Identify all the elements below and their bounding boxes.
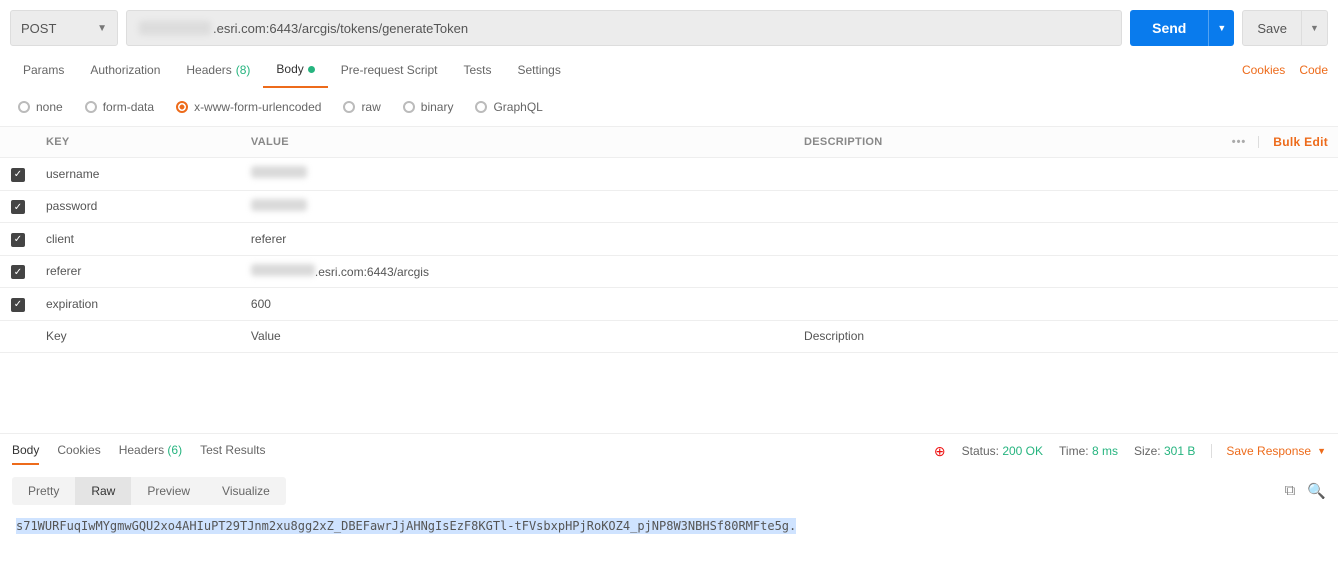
tab-headers-label: Headers	[186, 63, 231, 77]
table-row-new: KeyValueDescription	[0, 320, 1338, 352]
body-type-binary[interactable]: binary	[403, 100, 454, 114]
view-preview[interactable]: Preview	[131, 477, 206, 505]
body-type-formdata[interactable]: form-data	[85, 100, 154, 114]
send-button[interactable]: Send	[1130, 10, 1208, 46]
cell-description[interactable]	[794, 190, 1338, 223]
tab-body-label: Body	[276, 62, 303, 76]
col-header-key: KEY	[36, 127, 241, 158]
body-type-raw[interactable]: raw	[343, 100, 380, 114]
radio-icon	[343, 101, 355, 113]
cell-value[interactable]: .esri.com:6443/arcgis	[241, 255, 794, 288]
time-value: 8 ms	[1092, 444, 1118, 458]
tab-settings[interactable]: Settings	[505, 53, 574, 87]
radio-icon	[85, 101, 97, 113]
cell-description[interactable]	[794, 255, 1338, 288]
send-dropdown-button[interactable]: ▼	[1208, 10, 1234, 46]
tab-tests[interactable]: Tests	[450, 53, 504, 87]
tab-authorization[interactable]: Authorization	[77, 53, 173, 87]
new-description-input[interactable]: Description	[794, 320, 1338, 352]
search-icon[interactable]: 🔍	[1307, 482, 1326, 500]
cell-value[interactable]	[241, 190, 794, 223]
size-value: 301 B	[1164, 444, 1195, 458]
cell-value[interactable]: referer	[241, 223, 794, 256]
chevron-down-icon: ▼	[1317, 446, 1326, 456]
row-checkbox[interactable]: ✓	[11, 168, 25, 182]
chevron-down-icon: ▼	[97, 23, 107, 34]
code-link[interactable]: Code	[1299, 63, 1328, 77]
radio-icon	[403, 101, 415, 113]
row-checkbox[interactable]: ✓	[11, 200, 25, 214]
radio-icon	[176, 101, 188, 113]
http-method-value: POST	[21, 21, 56, 36]
bulk-edit-link[interactable]: Bulk Edit	[1273, 135, 1328, 149]
resp-tab-headers[interactable]: Headers (6)	[119, 437, 182, 465]
url-redacted-prefix	[139, 21, 211, 35]
row-checkbox[interactable]: ✓	[11, 298, 25, 312]
body-params-table: KEY VALUE DESCRIPTION ••• Bulk Edit ✓ use…	[0, 126, 1338, 353]
col-header-description: DESCRIPTION ••• Bulk Edit	[794, 127, 1338, 158]
body-type-graphql[interactable]: GraphQL	[475, 100, 542, 114]
cell-description[interactable]	[794, 158, 1338, 191]
cell-key[interactable]: client	[36, 223, 241, 256]
redacted-prefix	[251, 264, 315, 276]
body-type-xwww[interactable]: x-www-form-urlencoded	[176, 100, 321, 114]
cell-key[interactable]: username	[36, 158, 241, 191]
url-visible-text: .esri.com:6443/arcgis/tokens/generateTok…	[213, 21, 468, 36]
view-pretty[interactable]: Pretty	[12, 477, 75, 505]
body-type-none[interactable]: none	[18, 100, 63, 114]
cell-key[interactable]: referer	[36, 255, 241, 288]
new-key-input[interactable]: Key	[36, 320, 241, 352]
table-row: ✓ password	[0, 190, 1338, 223]
resp-tab-cookies[interactable]: Cookies	[57, 437, 100, 465]
cell-key[interactable]: expiration	[36, 288, 241, 321]
network-icon[interactable]: ⊕	[934, 443, 946, 460]
new-value-input[interactable]: Value	[241, 320, 794, 352]
tab-prerequest[interactable]: Pre-request Script	[328, 53, 451, 87]
cell-description[interactable]	[794, 223, 1338, 256]
http-method-select[interactable]: POST ▼	[10, 10, 118, 46]
table-row: ✓ username	[0, 158, 1338, 191]
cell-key[interactable]: password	[36, 190, 241, 223]
table-row: ✓ expiration600	[0, 288, 1338, 321]
table-row: ✓ referer.esri.com:6443/arcgis	[0, 255, 1338, 288]
col-header-value: VALUE	[241, 127, 794, 158]
status-value: 200 OK	[1002, 444, 1043, 458]
view-raw[interactable]: Raw	[75, 477, 131, 505]
tab-params[interactable]: Params	[10, 53, 77, 87]
row-checkbox[interactable]: ✓	[11, 265, 25, 279]
redacted-value	[251, 166, 307, 178]
save-dropdown-button[interactable]: ▼	[1302, 10, 1328, 46]
tab-body[interactable]: Body	[263, 52, 327, 88]
resp-tab-body[interactable]: Body	[12, 437, 39, 465]
row-checkbox[interactable]: ✓	[11, 233, 25, 247]
table-more-icon[interactable]: •••	[1232, 136, 1260, 148]
resp-tab-test-results[interactable]: Test Results	[200, 437, 265, 465]
copy-icon[interactable]: ⧉	[1285, 482, 1296, 500]
response-body[interactable]: s71WURFuqIwMYgmwGQU2xo4AHIuPT29TJnm2xu8g…	[0, 513, 1338, 539]
view-visualize[interactable]: Visualize	[206, 477, 286, 505]
cookies-link[interactable]: Cookies	[1242, 63, 1285, 77]
cell-description[interactable]	[794, 288, 1338, 321]
url-input[interactable]: .esri.com:6443/arcgis/tokens/generateTok…	[126, 10, 1122, 46]
radio-icon	[18, 101, 30, 113]
redacted-value	[251, 199, 307, 211]
cell-value[interactable]: 600	[241, 288, 794, 321]
tab-headers-count: (8)	[236, 63, 251, 77]
tab-headers[interactable]: Headers (8)	[173, 53, 263, 87]
table-row: ✓ clientreferer	[0, 223, 1338, 256]
radio-icon	[475, 101, 487, 113]
save-response-button[interactable]: Save Response ▼	[1211, 444, 1326, 458]
response-body-text: s71WURFuqIwMYgmwGQU2xo4AHIuPT29TJnm2xu8g…	[16, 518, 796, 534]
resp-headers-count: (6)	[167, 443, 182, 457]
save-button[interactable]: Save	[1242, 10, 1302, 46]
cell-value[interactable]	[241, 158, 794, 191]
tab-body-indicator-icon	[308, 66, 315, 73]
